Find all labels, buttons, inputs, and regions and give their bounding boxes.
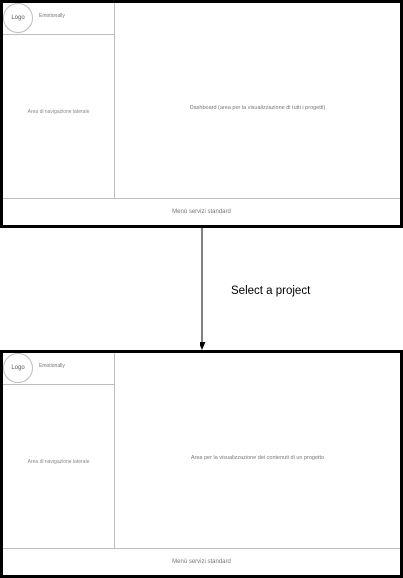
logo-placeholder: Logo [3,3,33,33]
sidebar-area: Logo Emotionally Area di navigazione lat… [3,3,115,199]
app-name: Emotionally [39,363,65,369]
transition-label: Select a project [231,285,311,297]
sidebar-label: Area di navigazione laterale [27,109,90,115]
sidebar-header: Logo Emotionally [3,353,114,385]
dashboard-wireframe: Logo Emotionally Area di navigazione lat… [0,0,403,228]
sidebar-label: Area di navigazione laterale [27,459,90,465]
footer-menu: Menù servizi standard [3,548,400,575]
transition-arrow [200,228,206,350]
sidebar-area: Logo Emotionally Area di navigazione lat… [3,353,115,549]
app-name: Emotionally [39,13,65,19]
sidebar-header: Logo Emotionally [3,3,114,35]
footer-menu: Menù servizi standard [3,198,400,225]
main-area-label: Dashboard (area per la visualizzazione d… [189,105,326,111]
logo-placeholder: Logo [3,353,33,383]
main-area-label: Area per la visualizzazione dei contenut… [190,455,325,461]
project-view-wireframe: Logo Emotionally Area di navigazione lat… [0,350,403,578]
